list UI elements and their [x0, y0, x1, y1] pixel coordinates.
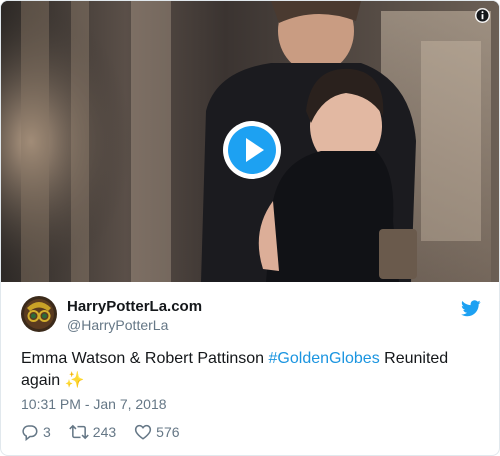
embedded-tweet-card: HarryPotterLa.com @HarryPotterLa Emma Wa… — [0, 0, 500, 456]
video-thumbnail[interactable] — [1, 1, 499, 282]
like-count: 576 — [156, 424, 180, 440]
reply-count: 3 — [43, 424, 51, 440]
tweet-text: Emma Watson & Robert Pattinson #GoldenGl… — [21, 348, 481, 392]
info-icon[interactable] — [474, 7, 491, 24]
tweet-text-start: Emma Watson & Robert Pattinson — [21, 350, 269, 367]
display-name[interactable]: HarryPotterLa.com — [67, 298, 202, 315]
play-button[interactable] — [222, 120, 282, 180]
reply-icon — [22, 425, 38, 441]
retweet-count: 243 — [92, 424, 117, 440]
twitter-bird-icon[interactable] — [461, 300, 481, 317]
tweet-timestamp[interactable]: 10:31 PM - Jan 7, 2018 — [21, 396, 167, 412]
avatar[interactable] — [21, 296, 57, 332]
like-button[interactable]: 576 — [134, 423, 180, 441]
user-handle[interactable]: @HarryPotterLa — [67, 317, 168, 333]
hashtag-link[interactable]: #GoldenGlobes — [269, 350, 380, 367]
heart-icon — [135, 424, 152, 440]
tweet-header: HarryPotterLa.com @HarryPotterLa — [21, 296, 481, 336]
retweet-icon — [69, 424, 89, 440]
reply-button[interactable]: 3 — [21, 423, 51, 441]
retweet-button[interactable]: 243 — [69, 423, 116, 441]
tweet-actions: 3 243 576 — [21, 422, 198, 442]
